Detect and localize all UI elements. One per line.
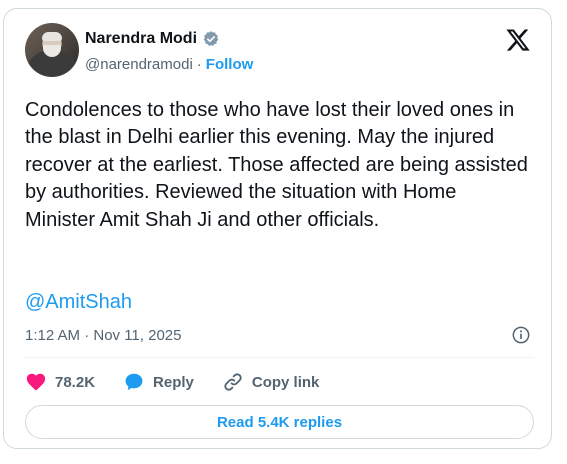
heart-icon bbox=[26, 373, 46, 391]
like-button[interactable]: 78.2K bbox=[25, 371, 95, 393]
avatar-hair bbox=[42, 32, 62, 41]
copy-link-button[interactable]: Copy link bbox=[222, 371, 320, 393]
handle-separator: · bbox=[196, 56, 202, 73]
info-icon[interactable] bbox=[511, 325, 531, 345]
avatar[interactable] bbox=[25, 23, 79, 77]
reply-label: Reply bbox=[153, 373, 194, 391]
like-count: 78.2K bbox=[55, 373, 96, 391]
verified-badge-icon bbox=[203, 31, 219, 46]
avatar-beard bbox=[43, 45, 61, 57]
x-logo-icon[interactable] bbox=[505, 27, 531, 53]
follow-button[interactable]: Follow bbox=[206, 56, 254, 73]
tweet-timestamp[interactable]: 1:12 AM · Nov 11, 2025 bbox=[25, 327, 181, 344]
author-handle-row: @narendramodi · Follow bbox=[85, 56, 253, 73]
speech-bubble-icon bbox=[125, 373, 143, 391]
author-name-row: Narendra Modi bbox=[85, 30, 220, 48]
link-icon bbox=[224, 373, 242, 391]
tweet-text: Condolences to those who have lost their… bbox=[25, 99, 528, 231]
reply-button[interactable]: Reply bbox=[123, 371, 194, 393]
tweet-card: Narendra Modi @narendramodi · Follow Con… bbox=[3, 8, 552, 449]
author-handle[interactable]: @narendramodi bbox=[85, 56, 193, 73]
author-name[interactable]: Narendra Modi bbox=[85, 30, 197, 48]
action-bar: 78.2K Reply Copy link bbox=[25, 371, 347, 393]
divider bbox=[25, 357, 534, 358]
mention-link[interactable]: @AmitShah bbox=[25, 291, 132, 314]
read-replies-button[interactable]: Read 5.4K replies bbox=[25, 405, 534, 439]
copy-link-label: Copy link bbox=[251, 373, 320, 391]
